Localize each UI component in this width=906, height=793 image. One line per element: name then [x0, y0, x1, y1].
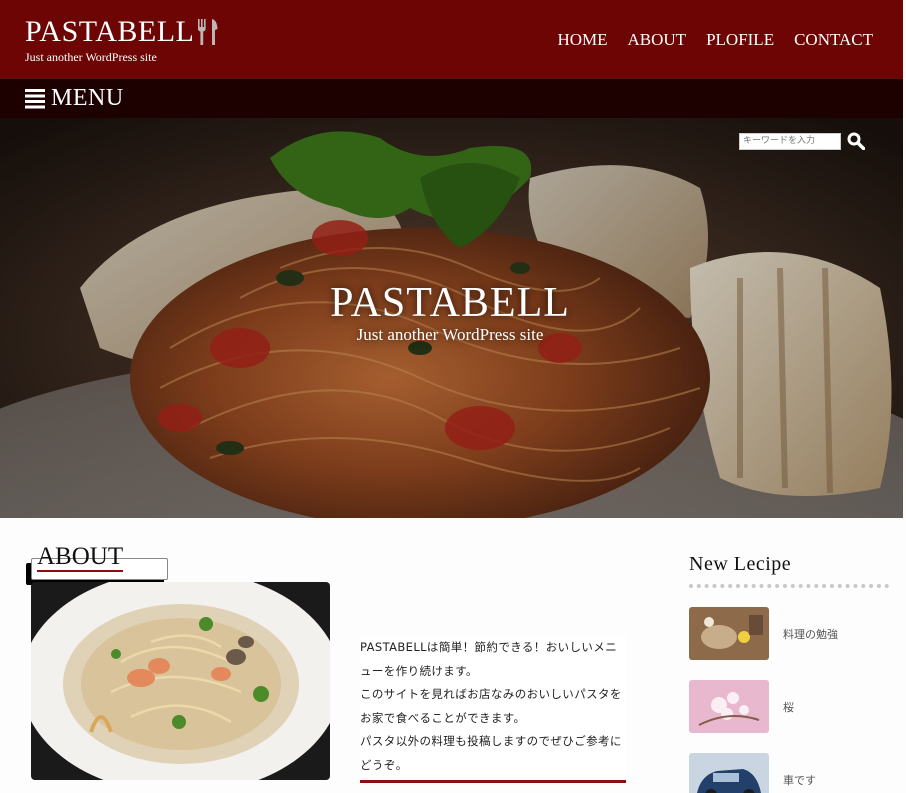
hamburger-icon: [25, 88, 45, 108]
about-description: PASTABELLは簡単！節約できる！おいしいメニューを作り続けます。 このサイ…: [360, 636, 626, 783]
nav-contact[interactable]: CONTACT: [794, 30, 873, 50]
hero-subtitle: Just another WordPress site: [356, 325, 544, 344]
menu-bar: MENU: [0, 78, 903, 118]
site-title[interactable]: PASTABELL: [25, 15, 194, 49]
about-paragraph: このサイトを見ればお店なみのおいしいパスタをお家で食べることができます。: [360, 683, 626, 730]
about-image: [31, 582, 330, 780]
nav-profile[interactable]: PLOFILE: [706, 30, 774, 50]
recipe-title[interactable]: 料理の勉強: [783, 626, 838, 642]
search-form: [739, 132, 865, 150]
recipe-item[interactable]: 車です: [689, 753, 816, 793]
about-heading: ABOUT: [37, 543, 124, 572]
recipe-item[interactable]: 料理の勉強: [689, 607, 838, 660]
recipe-title[interactable]: 車です: [783, 772, 816, 788]
menu-toggle-button[interactable]: MENU: [25, 85, 124, 112]
recipe-item[interactable]: 桜: [689, 680, 794, 733]
recipe-thumbnail[interactable]: [689, 680, 769, 733]
sidebar-title: New Lecipe: [689, 553, 889, 588]
about-paragraph: PASTABELLは簡単！節約できる！おいしいメニューを作り続けます。: [360, 636, 626, 683]
main-nav: HOME ABOUT PLOFILE CONTACT: [557, 30, 873, 50]
fork-knife-icon: [198, 19, 218, 45]
nav-about[interactable]: ABOUT: [628, 30, 687, 50]
search-input[interactable]: [739, 132, 841, 150]
hero-banner: PASTABELL Just another WordPress site: [0, 118, 903, 518]
hero-title: PASTABELL: [330, 280, 570, 326]
site-logo[interactable]: PASTABELL Just another WordPress site: [25, 15, 219, 64]
about-heading-box: ABOUT: [26, 543, 168, 587]
recipe-thumbnail[interactable]: [689, 607, 769, 660]
site-header: PASTABELL Just another WordPress site HO…: [0, 0, 903, 78]
nav-home[interactable]: HOME: [557, 30, 607, 50]
cream-pasta-image: [31, 582, 330, 780]
sidebar: New Lecipe: [689, 553, 889, 588]
site-tagline: Just another WordPress site: [25, 50, 157, 64]
search-icon[interactable]: [847, 132, 865, 150]
recipe-title[interactable]: 桜: [783, 699, 794, 715]
hero-caption: PASTABELL Just another WordPress site: [0, 280, 900, 344]
recipe-thumbnail[interactable]: [689, 753, 769, 793]
about-paragraph: パスタ以外の料理も投稿しますのでぜひご参考にどうぞ。: [360, 730, 626, 777]
menu-label: MENU: [51, 85, 124, 111]
